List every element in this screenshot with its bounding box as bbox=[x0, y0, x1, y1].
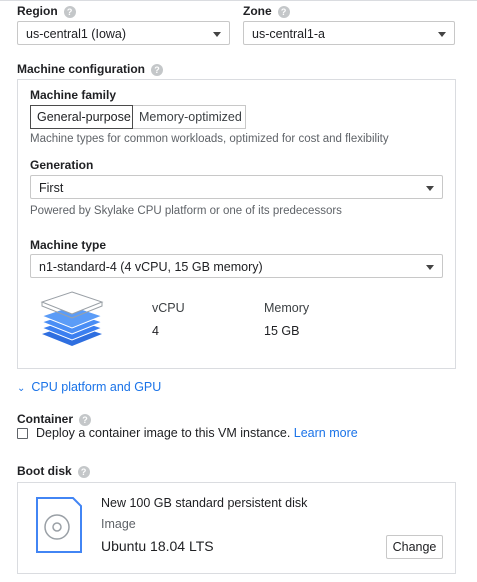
chevron-down-icon bbox=[426, 186, 434, 191]
tab-general-purpose[interactable]: General-purpose bbox=[30, 105, 133, 129]
generation-value: First bbox=[39, 181, 64, 195]
zone-label: Zone bbox=[243, 4, 272, 18]
region-label: Region bbox=[17, 4, 58, 18]
chevron-down-icon bbox=[438, 32, 446, 37]
tab-memory-optimized[interactable]: Memory-optimized bbox=[133, 105, 246, 129]
container-checkbox-row: Deploy a container image to this VM inst… bbox=[36, 426, 358, 440]
region-label-row: Region? bbox=[17, 4, 76, 18]
container-checkbox[interactable] bbox=[17, 428, 28, 439]
machine-type-value: n1-standard-4 (4 vCPU, 15 GB memory) bbox=[39, 260, 263, 274]
disk-icon bbox=[36, 497, 82, 553]
container-label-row: Container? bbox=[17, 412, 92, 426]
top-divider bbox=[0, 0, 477, 1]
machine-type-label: Machine type bbox=[30, 238, 107, 252]
stacked-layers-icon bbox=[40, 291, 104, 346]
machine-configuration-label: Machine configuration bbox=[17, 62, 146, 76]
region-select[interactable]: us-central1 (Iowa) bbox=[17, 21, 230, 45]
container-label: Container bbox=[17, 412, 74, 426]
boot-disk-label-row: Boot disk? bbox=[17, 464, 90, 478]
chevron-double-down-icon: ⌄ bbox=[17, 383, 26, 394]
boot-disk-image-value: Ubuntu 18.04 LTS bbox=[101, 538, 214, 554]
chevron-down-icon bbox=[213, 32, 221, 37]
change-button[interactable]: Change bbox=[386, 535, 443, 559]
boot-disk-label: Boot disk bbox=[17, 464, 72, 478]
generation-select[interactable]: First bbox=[30, 175, 443, 199]
zone-select[interactable]: us-central1-a bbox=[243, 21, 455, 45]
chevron-down-icon bbox=[426, 265, 434, 270]
memory-label: Memory bbox=[264, 301, 310, 315]
help-icon[interactable]: ? bbox=[277, 5, 290, 18]
help-icon[interactable]: ? bbox=[77, 465, 90, 478]
help-icon[interactable]: ? bbox=[79, 413, 92, 426]
generation-label: Generation bbox=[30, 158, 94, 172]
container-checkbox-label[interactable]: Deploy a container image to this VM inst… bbox=[36, 426, 290, 440]
zone-value: us-central1-a bbox=[252, 27, 325, 41]
machine-family-description: Machine types for common workloads, opti… bbox=[30, 133, 389, 145]
cpu-platform-link[interactable]: CPU platform and GPU bbox=[31, 380, 161, 394]
machine-type-select[interactable]: n1-standard-4 (4 vCPU, 15 GB memory) bbox=[30, 254, 443, 278]
learn-more-link[interactable]: Learn more bbox=[294, 426, 358, 440]
zone-label-row: Zone? bbox=[243, 4, 290, 18]
memory-value: 15 GB bbox=[264, 324, 300, 338]
vcpu-label: vCPU bbox=[152, 301, 185, 315]
boot-disk-description: New 100 GB standard persistent disk bbox=[101, 496, 308, 510]
generation-description: Powered by Skylake CPU platform or one o… bbox=[30, 205, 342, 217]
vcpu-value: 4 bbox=[152, 324, 159, 338]
help-icon[interactable]: ? bbox=[63, 5, 76, 18]
region-value: us-central1 (Iowa) bbox=[26, 27, 127, 41]
help-icon[interactable]: ? bbox=[151, 63, 164, 76]
boot-disk-image-label: Image bbox=[101, 517, 136, 531]
machine-family-label: Machine family bbox=[30, 88, 117, 102]
cpu-platform-toggle[interactable]: ⌄ CPU platform and GPU bbox=[17, 380, 161, 394]
machine-configuration-label-row: Machine configuration? bbox=[17, 62, 164, 76]
